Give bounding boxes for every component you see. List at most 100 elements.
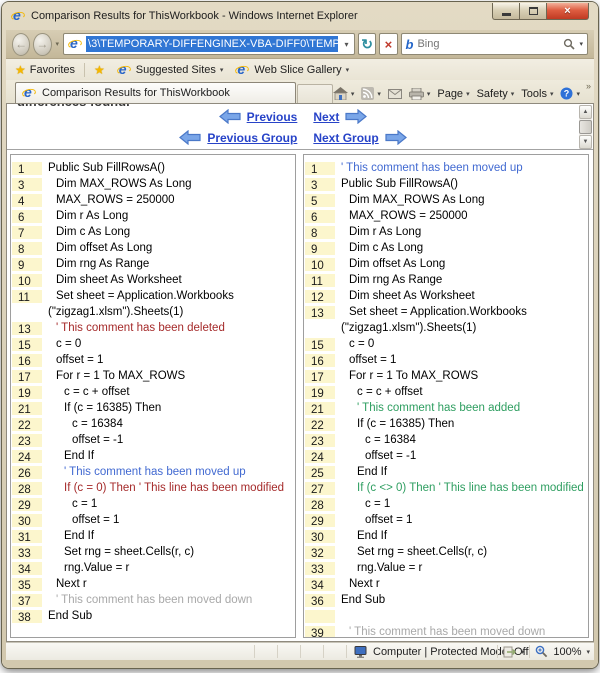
code-row: 15c = 0 xyxy=(11,336,295,352)
suggested-sites-button[interactable]: e Suggested Sites ▾ xyxy=(114,62,227,78)
safety-menu-button[interactable]: Safety ▾ xyxy=(477,88,515,100)
filter-dropdown[interactable]: ▾ xyxy=(521,648,525,656)
code-row: 22If (c = 16385) Then xyxy=(304,416,588,432)
svg-text:?: ? xyxy=(564,89,570,99)
line-number: 1 xyxy=(12,162,42,176)
page-menu-button[interactable]: Page ▾ xyxy=(437,88,469,100)
line-number: 34 xyxy=(12,562,42,576)
tab-comparison-results[interactable]: e Comparison Results for ThisWorkbook xyxy=(15,82,296,103)
titlebar[interactable]: e Comparison Results for ThisWorkbook - … xyxy=(2,2,598,30)
window-controls: × xyxy=(492,3,589,20)
minimize-button[interactable] xyxy=(492,3,519,20)
code-text: c = 16384 xyxy=(11,416,295,432)
tab-favicon: e xyxy=(22,86,37,100)
scrollbar-thumb[interactable] xyxy=(579,120,592,134)
chevron-down-icon[interactable]: ▾ xyxy=(351,90,355,98)
line-number: 6 xyxy=(305,210,335,224)
chevron-down-icon: ▾ xyxy=(466,90,470,98)
recent-pages-dropdown[interactable]: ▾ xyxy=(56,40,60,48)
line-number: 1 xyxy=(305,162,335,176)
filter-icon[interactable] xyxy=(503,646,516,658)
scroll-up-button[interactable]: ▲ xyxy=(579,105,592,119)
tools-menu-button[interactable]: Tools ▾ xyxy=(521,88,553,100)
web-slice-gallery-icon: e xyxy=(235,63,250,77)
next-group-link[interactable]: Next Group xyxy=(313,131,378,145)
line-number: 17 xyxy=(305,370,335,384)
stop-button[interactable]: × xyxy=(379,33,397,55)
maximize-button[interactable] xyxy=(519,3,546,20)
print-button[interactable]: ▾ xyxy=(409,88,431,100)
code-text: ' This comment has been moved up xyxy=(304,160,588,176)
favorites-label: Favorites xyxy=(30,64,75,76)
code-text: offset = 1 xyxy=(304,352,588,368)
refresh-button[interactable]: ↻ xyxy=(358,33,376,55)
code-pane-left[interactable]: 1Public Sub FillRowsA()3Dim MAX_ROWS As … xyxy=(10,154,296,638)
code-row: 29c = 1 xyxy=(11,496,295,512)
back-button[interactable]: ← xyxy=(12,33,30,56)
zoom-level[interactable]: 100% xyxy=(553,646,581,658)
search-icon[interactable] xyxy=(563,38,575,50)
printer-icon xyxy=(409,88,424,100)
code-pane-right[interactable]: 1' This comment has been moved up3Public… xyxy=(303,154,589,638)
ie-logo-icon: e xyxy=(11,9,26,23)
previous-group-link[interactable]: Previous Group xyxy=(207,131,297,145)
code-row: 32Set rng = sheet.Cells(r, c) xyxy=(304,544,588,560)
web-slice-gallery-label: Web Slice Gallery xyxy=(254,64,341,76)
code-text: MAX_ROWS = 250000 xyxy=(11,192,295,208)
read-mail-button[interactable] xyxy=(388,89,402,99)
line-number: 30 xyxy=(12,514,42,528)
code-text: Dim c As Long xyxy=(11,224,295,240)
chevron-down-icon[interactable]: ▾ xyxy=(377,90,381,98)
code-text: Public Sub FillRowsA() xyxy=(11,160,295,176)
add-favorite-button[interactable]: ★ xyxy=(91,62,108,78)
next-group-arrow-icon[interactable] xyxy=(385,130,407,145)
previous-group-arrow-icon[interactable] xyxy=(179,130,201,145)
code-row: 38End Sub xyxy=(11,608,295,624)
chevron-down-icon: ▾ xyxy=(576,90,580,98)
line-number: 9 xyxy=(305,242,335,256)
previous-link[interactable]: Previous xyxy=(247,110,298,124)
next-link[interactable]: Next xyxy=(313,110,339,124)
code-text: Set rng = sheet.Cells(r, c) xyxy=(304,544,588,560)
code-text: Next r xyxy=(11,576,295,592)
zoom-dropdown[interactable]: ▾ xyxy=(586,648,590,656)
toolbar-overflow-chevron[interactable]: » xyxy=(586,81,591,91)
home-button[interactable]: ▾ xyxy=(333,87,355,100)
line-number: 39 xyxy=(305,626,335,639)
line-number: 11 xyxy=(12,290,42,304)
status-bar: Computer | Protected Mode: Off ▾ 100% ▾ xyxy=(6,642,594,660)
search-box[interactable]: b ▾ xyxy=(401,33,588,55)
scroll-down-button[interactable]: ▼ xyxy=(579,135,592,149)
line-number: 8 xyxy=(305,226,335,240)
address-dropdown-button[interactable]: ▾ xyxy=(341,40,352,49)
code-text: If (c <> 0) Then ' This line has been mo… xyxy=(304,480,588,496)
new-tab-button[interactable] xyxy=(297,84,333,103)
line-number: 37 xyxy=(12,594,42,608)
forward-button[interactable]: → xyxy=(33,33,51,56)
address-field[interactable]: e \3\TEMPORARY-DIFFENGINEX-VBA-DIFF0\TEM… xyxy=(63,33,355,55)
favorites-bar: ★ Favorites ★ e Suggested Sites ▾ e Web … xyxy=(6,59,594,80)
feeds-button[interactable]: ▾ xyxy=(361,87,381,100)
help-menu-button[interactable]: ? ▾ xyxy=(560,87,580,100)
zoom-icon[interactable] xyxy=(535,645,548,658)
favorites-button[interactable]: ★ Favorites xyxy=(12,62,78,78)
line-number: 19 xyxy=(12,386,42,400)
address-toolbar: ← → ▾ e \3\TEMPORARY-DIFFENGINEX-VBA-DIF… xyxy=(6,30,594,59)
code-text: rng.Value = r xyxy=(304,560,588,576)
search-options-dropdown[interactable]: ▾ xyxy=(579,40,583,48)
frame-scrollbar[interactable]: ▲ ▼ xyxy=(579,105,592,149)
statusbar-segment xyxy=(255,645,278,658)
statusbar-segment xyxy=(324,645,347,658)
web-slice-gallery-button[interactable]: e Web Slice Gallery ▾ xyxy=(232,62,352,78)
line-number: 9 xyxy=(12,258,42,272)
code-row: 35Next r xyxy=(11,576,295,592)
previous-arrow-icon[interactable] xyxy=(219,109,241,124)
statusbar-segments xyxy=(232,645,347,658)
close-button[interactable]: × xyxy=(546,3,589,20)
code-row: 22c = 16384 xyxy=(11,416,295,432)
chevron-down-icon[interactable]: ▾ xyxy=(427,90,431,98)
next-arrow-icon[interactable] xyxy=(345,109,367,124)
code-text: For r = 1 To MAX_ROWS xyxy=(304,368,588,384)
line-number: 32 xyxy=(305,546,335,560)
search-input[interactable] xyxy=(417,38,559,50)
